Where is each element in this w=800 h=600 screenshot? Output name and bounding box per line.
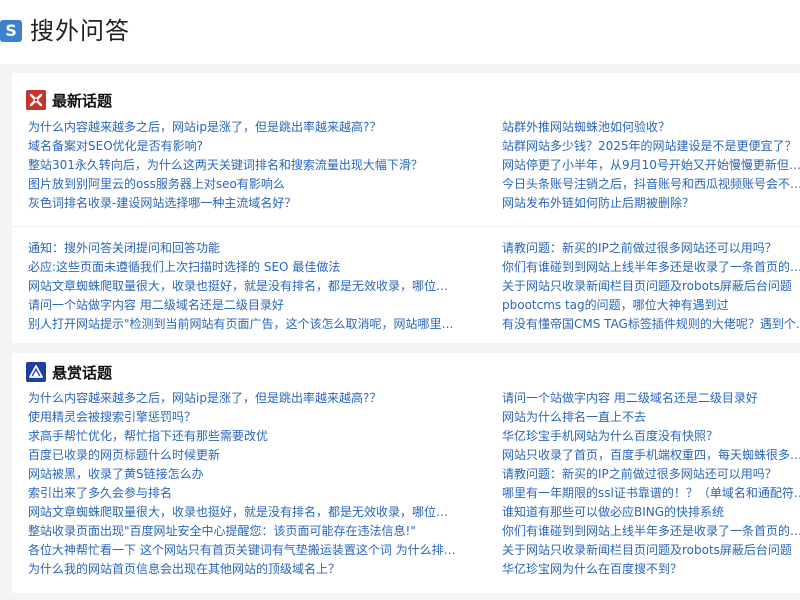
topic-link[interactable]: 通知：搜外问答关闭提问和回答功能: [28, 239, 488, 258]
topic-link[interactable]: 网站文章蜘蛛爬取量很大，收录也挺好，就是没有排名，都是无效收录，哪位大神帮忙看看: [28, 277, 458, 296]
site-title[interactable]: 搜外问答: [30, 15, 130, 47]
topic-link[interactable]: 网站文章蜘蛛爬取量很大，收录也挺好，就是没有排名，都是无效收录，哪位大神帮忙看看: [28, 503, 458, 522]
latest-topics-header: 最新话题: [26, 89, 112, 111]
topic-link[interactable]: 为什么我的网站首页信息会出现在其他网站的顶级域名上？: [28, 560, 488, 579]
latest-list-2-right: 请教问题：新买的IP之前做过很多网站还可以用吗？ 你们有谁碰到到网站上线半年多还…: [502, 239, 800, 334]
bounty-list-left: 为什么内容越来越多之后，网站ip是涨了，但是跳出率越来越高?？ 使用精灵会被搜索…: [28, 389, 488, 579]
topic-link[interactable]: 今日头条账号注销之后，抖音账号和西瓜视频账号会不会一起消失: [502, 175, 800, 194]
latest-list-1-right: 站群外推网站蜘蛛池如何验收？ 站群网站多少钱？2025年的网站建设是不是更便宜了…: [502, 118, 800, 213]
topic-link[interactable]: 关于网站只收录新闻栏目页问题及robots屏蔽后台问题: [502, 541, 800, 560]
topic-link[interactable]: 索引出来了多久会参与排名: [28, 484, 488, 503]
latest-topics-title: 最新话题: [52, 91, 113, 110]
topic-link[interactable]: 你们有谁碰到到网站上线半年多还是收录了一条首页的问题吗: [502, 522, 800, 541]
topic-link[interactable]: 请教问题：新买的IP之前做过很多网站还可以用吗？: [502, 465, 800, 484]
topic-link[interactable]: 有没有懂帝国CMS TAG标签插件规则的大佬呢？遇到个TAG链接问题: [502, 315, 800, 334]
topic-link[interactable]: 华亿珍宝手机网站为什么百度没有快照？: [502, 427, 800, 446]
site-logo[interactable]: S: [0, 20, 22, 42]
topic-link[interactable]: 哪里有一年期限的ssl证书靠谱的！？（单域名和通配符证书）: [502, 484, 800, 503]
topic-link[interactable]: 求高手帮忙优化，帮忙指下还有那些需要改优: [28, 427, 488, 446]
topic-link[interactable]: 华亿珍宝网为什么在百度搜不到？: [502, 560, 800, 579]
topic-link[interactable]: 站群外推网站蜘蛛池如何验收？: [502, 118, 800, 137]
topic-link[interactable]: 使用精灵会被搜索引擎惩罚吗？: [28, 408, 488, 427]
bounty-topics-title: 悬赏话题: [52, 363, 113, 382]
topic-link[interactable]: 百度已收录的网页标题什么时候更新: [28, 446, 488, 465]
cross-icon: [26, 90, 46, 110]
topic-link[interactable]: 为什么内容越来越多之后，网站ip是涨了，但是跳出率越来越高?？: [28, 118, 488, 137]
topic-link[interactable]: 为什么内容越来越多之后，网站ip是涨了，但是跳出率越来越高?？: [28, 389, 488, 408]
topic-link[interactable]: 网站为什么排名一直上不去: [502, 408, 800, 427]
topic-link[interactable]: 网站停更了小半年，从9月10号开始又开始慢慢更新但是没有收录: [502, 156, 800, 175]
topic-link[interactable]: 你们有谁碰到到网站上线半年多还是收录了一条首页的问题吗: [502, 258, 800, 277]
topic-link[interactable]: 请问一个站做字内容 用二级域名还是二级目录好: [28, 296, 488, 315]
bounty-topics-panel: 悬赏话题 为什么内容越来越多之后，网站ip是涨了，但是跳出率越来越高?？ 使用精…: [12, 353, 800, 593]
latest-list-1-left: 为什么内容越来越多之后，网站ip是涨了，但是跳出率越来越高?？ 域名备案对SEO…: [28, 118, 488, 213]
topic-link[interactable]: 图片放到别阿里云的oss服务器上对seo有影响么: [28, 175, 488, 194]
topic-link[interactable]: 灰色词排名收录-建设网站选择哪一种主流域名好？: [28, 194, 488, 213]
topic-link[interactable]: 必应:这些页面未遵循我们上次扫描时选择的 SEO 最佳做法: [28, 258, 488, 277]
bounty-topics-header: 悬赏话题: [26, 361, 112, 383]
latest-list-2-left: 通知：搜外问答关闭提问和回答功能 必应:这些页面未遵循我们上次扫描时选择的 SE…: [28, 239, 488, 334]
topic-link[interactable]: 别人打开网站提示"检测到当前网站有页面广告，这个该怎么取消呢，网站哪里有广告我都…: [28, 315, 458, 334]
topic-link[interactable]: 站群网站多少钱？2025年的网站建设是不是更便宜了？: [502, 137, 800, 156]
topic-link[interactable]: 整站收录页面出现"百度网址安全中心提醒您：该页面可能存在违法信息!": [28, 522, 488, 541]
topic-link[interactable]: 谁知道有那些可以做必应BING的快排系统: [502, 503, 800, 522]
topic-link[interactable]: 请问一个站做字内容 用二级域名还是二级目录好: [502, 389, 800, 408]
topic-link[interactable]: 域名备案对SEO优化是否有影响?: [28, 137, 488, 156]
topic-link[interactable]: 请教问题：新买的IP之前做过很多网站还可以用吗？: [502, 239, 800, 258]
topic-link[interactable]: 各位大神帮忙看一下 这个网站只有首页关键词有气垫搬运装置这个词 为什么排名会在第…: [28, 541, 458, 560]
topic-link[interactable]: 网站被黑，收录了黄S链接怎么办: [28, 465, 488, 484]
latest-topics-panel: 最新话题 为什么内容越来越多之后，网站ip是涨了，但是跳出率越来越高?？ 域名备…: [12, 73, 800, 343]
topic-link[interactable]: 网站只收录了首页，百度手机端权重四，每天蜘蛛很多，就是不收录: [502, 446, 800, 465]
triangle-icon: [26, 362, 46, 382]
topic-link[interactable]: pbootcms tag的问题，哪位大神有遇到过: [502, 296, 800, 315]
topic-link[interactable]: 网站发布外链如何防止后期被删除？: [502, 194, 800, 213]
topic-link[interactable]: 整站301永久转向后，为什么这两天关键词排名和搜索流量出现大幅下滑？: [28, 156, 488, 175]
bounty-list-right: 请问一个站做字内容 用二级域名还是二级目录好 网站为什么排名一直上不去 华亿珍宝…: [502, 389, 800, 579]
top-header: S 搜外问答: [0, 0, 800, 64]
topic-link[interactable]: 关于网站只收录新闻栏目页问题及robots屏蔽后台问题: [502, 277, 800, 296]
section-divider: [12, 226, 800, 227]
